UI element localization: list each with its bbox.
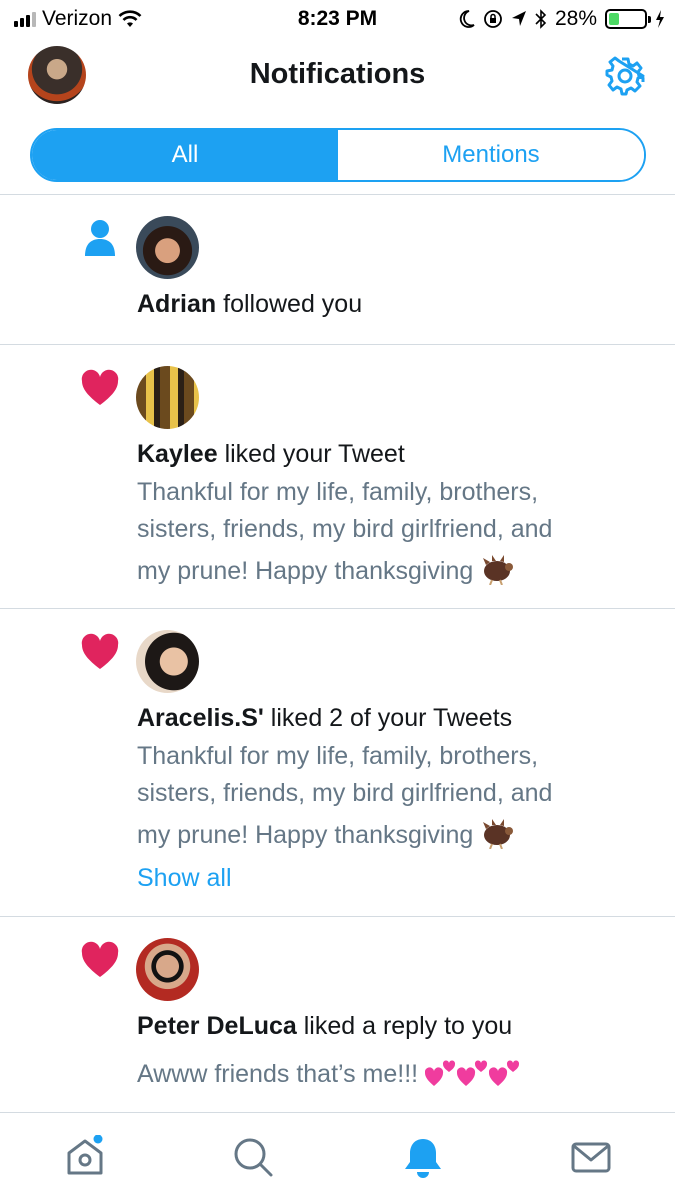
notification-item[interactable]: Adrian followed you <box>0 195 675 344</box>
page-title: Notifications <box>249 58 426 90</box>
heart-icon <box>81 633 119 669</box>
avatar[interactable] <box>136 938 199 1001</box>
two-hearts-emoji-icon <box>425 1060 456 1086</box>
status-right-group: 28% <box>459 7 665 31</box>
two-hearts-emoji-icon <box>457 1060 488 1086</box>
notification-action: liked a reply to you <box>296 1012 513 1040</box>
tab-all[interactable]: All <box>32 130 338 180</box>
charging-icon <box>656 10 664 28</box>
gear-icon[interactable] <box>605 56 645 96</box>
heart-icon <box>81 941 119 977</box>
avatar[interactable] <box>136 216 199 279</box>
notification-item[interactable]: Kaylee liked your Tweet Thankful for my … <box>0 345 675 608</box>
notification-action: liked 2 of your Tweets <box>263 704 513 732</box>
search-icon[interactable] <box>231 1135 275 1179</box>
notification-text: Peter DeLuca liked a reply to you <box>137 1012 512 1041</box>
avatar[interactable] <box>136 366 199 429</box>
tweet-preview: Thankful for my life, family, brothers, … <box>137 474 657 590</box>
notification-item[interactable]: Aracelis.S' liked 2 of your Tweets Thank… <box>0 609 675 916</box>
turkey-emoji-icon <box>483 555 514 585</box>
notification-item[interactable]: Peter DeLuca liked a reply to you Awww f… <box>0 917 675 1110</box>
moon-icon <box>459 10 475 28</box>
show-all-link[interactable]: Show all <box>137 864 232 893</box>
tab-mentions[interactable]: Mentions <box>338 130 644 180</box>
two-hearts-emoji-icon <box>489 1060 520 1086</box>
tweet-line: my prune! Happy thanksgiving <box>137 821 474 849</box>
person-icon <box>85 220 115 256</box>
mail-icon[interactable] <box>569 1135 613 1179</box>
user-name[interactable]: Peter DeLuca <box>137 1012 297 1040</box>
tweet-line: Thankful for my life, family, brothers, <box>137 742 539 770</box>
status-bar: Verizon 8:23 PM 28% <box>0 0 675 38</box>
bottom-tab-bar <box>0 1112 675 1200</box>
bluetooth-icon <box>535 9 547 29</box>
notification-text: Adrian followed you <box>137 290 362 319</box>
tweet-line: Thankful for my life, family, brothers, <box>137 478 539 506</box>
tweet-line: sisters, friends, my bird girlfriend, an… <box>137 779 553 807</box>
bell-icon[interactable] <box>401 1135 445 1179</box>
notification-text: Kaylee liked your Tweet <box>137 440 405 469</box>
home-icon[interactable] <box>63 1135 107 1179</box>
tweet-line: sisters, friends, my bird girlfriend, an… <box>137 515 553 543</box>
user-name[interactable]: Kaylee <box>137 440 218 468</box>
notification-filter-tabs: All Mentions <box>30 128 646 182</box>
notification-action: liked your Tweet <box>217 440 405 468</box>
tweet-line: Awww friends that’s me!!! <box>137 1060 419 1088</box>
user-name[interactable]: Adrian <box>137 290 216 318</box>
turkey-emoji-icon <box>483 819 514 849</box>
notification-action: followed you <box>216 290 363 318</box>
tweet-line: my prune! Happy thanksgiving <box>137 557 474 585</box>
tweet-preview: Thankful for my life, family, brothers, … <box>137 738 657 854</box>
avatar[interactable] <box>136 630 199 693</box>
user-name[interactable]: Aracelis.S' <box>137 704 264 732</box>
location-icon <box>511 11 526 26</box>
battery-percent: 28% <box>554 7 597 30</box>
notification-text: Aracelis.S' liked 2 of your Tweets <box>137 704 512 733</box>
battery-icon <box>605 9 651 29</box>
heart-icon <box>81 369 119 405</box>
rotation-lock-icon <box>484 10 502 28</box>
tweet-preview: Awww friends that’s me!!! <box>137 1056 657 1093</box>
header: Notifications <box>0 38 675 118</box>
